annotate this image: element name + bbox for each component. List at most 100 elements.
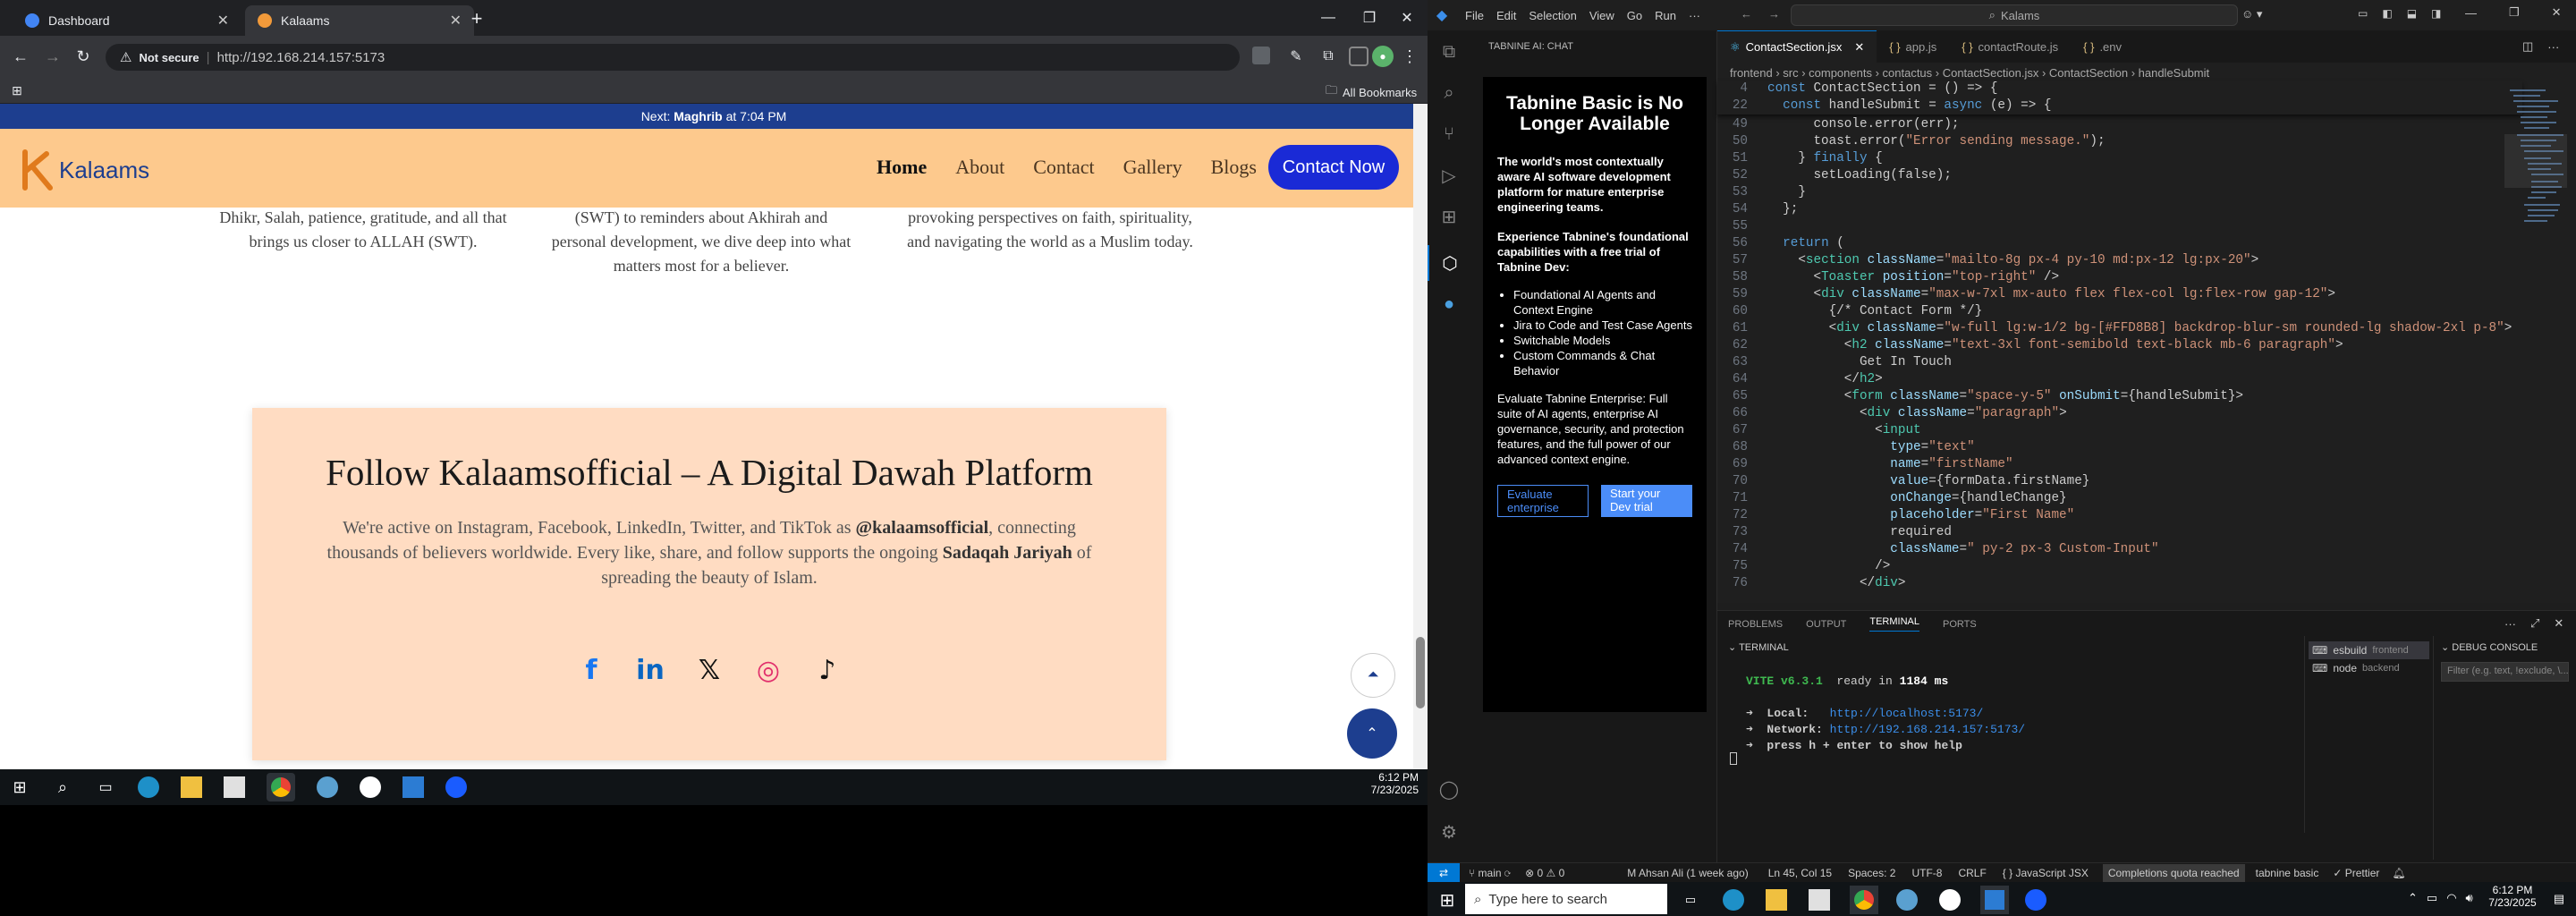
x-icon[interactable]: 𝕏 (691, 655, 727, 686)
code-line[interactable]: 4 const ContactSection = () => { (1717, 81, 2522, 98)
chat-widget-button[interactable]: ⏶ (1351, 653, 1395, 698)
explorer-icon[interactable]: ⧉ (1438, 41, 1460, 63)
editor-tab[interactable]: { } app.js (1877, 30, 1949, 63)
code-line[interactable]: 76 </div> (1717, 575, 2522, 592)
wifi-icon[interactable]: ◠ (2446, 891, 2456, 905)
taskbar-search-box[interactable]: ⌕ Type here to search (1465, 884, 1667, 914)
minimize-icon[interactable]: — (2465, 6, 2477, 20)
remote-icon[interactable]: ⇄ (1428, 862, 1460, 883)
tab-dashboard[interactable]: Dashboard ✕ (13, 5, 242, 36)
zoom-icon[interactable] (445, 776, 467, 798)
terminal-value[interactable]: http://localhost:5173/ (1830, 707, 1984, 720)
clock[interactable]: 6:12 PM 7/23/2025 (2481, 884, 2544, 909)
code-line[interactable]: 72 placeholder="First Name" (1717, 507, 2522, 524)
settings-gear-icon[interactable]: ⚙ (1438, 821, 1460, 843)
terminal-output[interactable]: VITE v6.3.1 ready in 1184 ms ➜ Local: htt… (1746, 674, 2025, 754)
code-line[interactable]: 74 className=" py-2 px-3 Custom-Input" (1717, 541, 2522, 558)
window-close-icon[interactable]: ✕ (1394, 7, 1420, 29)
more-icon[interactable]: ··· (2504, 617, 2516, 631)
tabnine-icon[interactable]: ⬡ (1428, 245, 1470, 281)
notifications-icon[interactable]: 🔔︎ (2392, 867, 2405, 879)
code-line[interactable]: 61 <div className="w-full lg:w-1/2 bg-[#… (1717, 320, 2522, 337)
close-icon[interactable]: ✕ (217, 12, 229, 30)
code-line[interactable]: 53 } (1717, 184, 2522, 201)
copilot-icon[interactable]: ☺ ▾ (2241, 7, 2262, 21)
code-line[interactable]: 59 <div className="max-w-7xl mx-auto fle… (1717, 286, 2522, 303)
editor-tab[interactable]: ⚛ ContactSection.jsx ✕ (1717, 30, 1877, 63)
all-bookmarks-button[interactable]: 🗀 All Bookmarks (1326, 82, 1417, 102)
code-line[interactable]: 71 onChange={handleChange} (1717, 490, 2522, 507)
menu-item[interactable]: File (1465, 9, 1484, 22)
split-editor-icon[interactable]: ◫ (2522, 39, 2533, 54)
code-line[interactable]: 70 value={formData.firstName} (1717, 473, 2522, 490)
windows-start-icon[interactable]: ⊞ (1436, 889, 1458, 911)
minimize-icon[interactable]: — (1315, 7, 1342, 29)
debug-filter-input[interactable]: Filter (e.g. text, !exclude, \... (2441, 662, 2569, 682)
code-line[interactable]: 73 required (1717, 524, 2522, 541)
editor-tab[interactable]: { } contactRoute.js (1949, 30, 2071, 63)
layout-icon[interactable]: ▭ (2358, 7, 2368, 20)
store-icon[interactable] (224, 776, 245, 798)
search-icon[interactable]: ⌕ (52, 776, 73, 798)
page-scrollbar[interactable] (1413, 104, 1428, 787)
maximize-panel-icon[interactable]: ⤢ (2530, 616, 2539, 631)
vscode-icon[interactable] (402, 776, 424, 798)
scrollbar-thumb[interactable] (1416, 637, 1425, 708)
menu-dots-icon[interactable]: ⋮ (1401, 45, 1419, 68)
apps-grid-icon[interactable]: ⊞ (9, 82, 25, 98)
code-line[interactable]: 51 } finally { (1717, 150, 2522, 167)
extensions-icon[interactable]: ⊞ (1438, 206, 1460, 227)
code-line[interactable]: 54 }; (1717, 201, 2522, 218)
github-icon[interactable] (1939, 889, 1961, 911)
profile-avatar[interactable]: ● (1372, 46, 1394, 67)
account-icon[interactable]: ◯ (1438, 778, 1460, 800)
vscode-taskbar-item[interactable] (1980, 886, 2009, 914)
url-input[interactable]: ⚠ Not secure | http://192.168.214.157:51… (106, 44, 1240, 71)
minimap[interactable] (2504, 81, 2567, 376)
zoom-icon[interactable] (2025, 889, 2046, 911)
panel-tab[interactable]: OUTPUT (1806, 619, 1846, 630)
code-line[interactable]: 75 /> (1717, 558, 2522, 575)
github-icon[interactable] (360, 776, 381, 798)
nav-blogs[interactable]: Blogs (1211, 156, 1257, 179)
code-line[interactable]: 66 <div className="paragraph"> (1717, 405, 2522, 422)
app-icon[interactable] (1896, 889, 1918, 911)
code-line[interactable]: 68 type="text" (1717, 439, 2522, 456)
command-center-search[interactable]: ⌕ Kalams (1791, 4, 2238, 26)
file-explorer-icon[interactable] (1766, 889, 1787, 911)
code-line[interactable]: 50 toast.error("Error sending message.")… (1717, 133, 2522, 150)
chrome-taskbar-item[interactable] (267, 773, 295, 802)
reload-icon[interactable]: ↻ (72, 45, 95, 68)
problems-indicator[interactable]: ⊗ 0 ⚠ 0 (1525, 867, 1564, 879)
windows-start-icon[interactable]: ⊞ (9, 776, 30, 798)
volume-icon[interactable]: 🔊︎ (2466, 891, 2473, 905)
line-endings[interactable]: CRLF (1958, 867, 1986, 879)
close-panel-icon[interactable]: ✕ (2554, 616, 2563, 631)
edge-icon[interactable] (138, 776, 159, 798)
code-line[interactable]: 64 </h2> (1717, 371, 2522, 388)
indentation[interactable]: Spaces: 2 (1848, 867, 1895, 879)
source-control-icon[interactable]: ⑂ (1438, 123, 1460, 145)
notification-center-icon[interactable]: ▤ (2549, 889, 2569, 909)
nav-about[interactable]: About (955, 156, 1004, 179)
terminal-value[interactable]: 1184 ms (1900, 674, 1949, 688)
clock[interactable]: 6:12 PM 7/23/2025 (1342, 771, 1419, 796)
menu-item[interactable]: View (1589, 9, 1614, 22)
start-dev-trial-button[interactable]: Start your Dev trial (1601, 485, 1692, 517)
run-debug-icon[interactable]: ▷ (1438, 165, 1460, 186)
terminal-instance[interactable]: ⌨ node backend (2309, 659, 2429, 677)
scroll-top-button[interactable]: ⌃ (1347, 708, 1397, 759)
breadcrumb[interactable]: frontend › src › components › contactus … (1730, 66, 2209, 80)
back-icon[interactable]: ← (1741, 7, 1752, 21)
close-icon[interactable]: ✕ (1854, 40, 1864, 55)
cursor-position[interactable]: Ln 45, Col 15 (1768, 867, 1832, 879)
sidepanel-icon[interactable] (1349, 47, 1368, 66)
menu-item[interactable]: ··· (1689, 9, 1700, 22)
tabnine-status[interactable]: tabnine basic (2256, 867, 2319, 879)
code-line[interactable]: 56 return ( (1717, 235, 2522, 252)
edge-icon[interactable] (1723, 889, 1744, 911)
forward-icon[interactable]: → (1768, 7, 1780, 21)
maximize-icon[interactable]: ❐ (2509, 5, 2520, 20)
code-line[interactable]: 52 setLoading(false); (1717, 167, 2522, 184)
file-explorer-icon[interactable] (181, 776, 202, 798)
